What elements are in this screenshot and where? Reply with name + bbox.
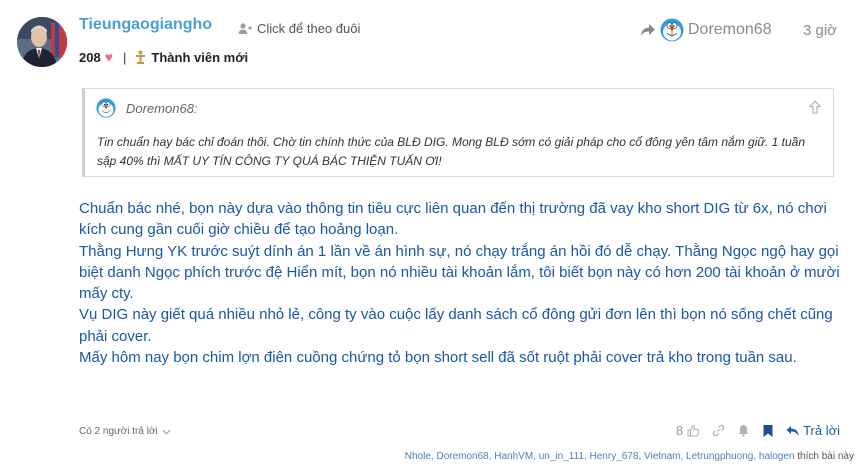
quote-author[interactable]: Doremon68: [126, 101, 198, 116]
chevron-down-icon [162, 429, 171, 435]
points-count: 208 [79, 49, 101, 65]
thumbs-up-icon[interactable] [687, 424, 700, 437]
user-plus-icon [238, 22, 252, 34]
liked-by-users[interactable]: Nhole, Doremon68, HanhVM, un_in_111, Hen… [405, 451, 795, 462]
doraemon-avatar-icon [660, 18, 684, 42]
arrow-up-icon[interactable] [809, 100, 821, 114]
rank-badge: Thành viên mới [135, 50, 248, 65]
replies-toggle[interactable]: Có 2 người trả lời [79, 426, 171, 437]
quote-header: Doremon68: [96, 98, 198, 118]
follow-label: Click để theo đuôi [257, 21, 361, 36]
post-actions: 8 Trả lời [676, 423, 840, 438]
post-content: Chuẩn bác nhé, bọn này dựa vào thông tin… [79, 198, 854, 368]
doraemon-avatar-icon [96, 98, 116, 118]
liked-by-line: Nhole, Doremon68, HanhVM, un_in_111, Hen… [405, 451, 854, 462]
follow-button[interactable]: Click để theo đuôi [238, 21, 360, 36]
reply-to-link[interactable]: Doremon68 [640, 18, 772, 42]
bell-icon[interactable] [737, 424, 750, 437]
post-time: 3 giờ [803, 22, 838, 39]
username[interactable]: Tieungaogiangho [79, 16, 212, 34]
post-paragraph: Vụ DIG này giết quá nhiều nhỏ lẻ, công t… [79, 306, 833, 345]
forum-post: Tieungaogiangho Click để theo đuôi Dorem… [0, 0, 866, 474]
link-icon[interactable] [712, 424, 725, 437]
reply-button[interactable]: Trả lời [786, 423, 840, 438]
post-paragraph: Chuẩn bác nhé, bọn này dựa vào thông tin… [79, 200, 827, 239]
quote-text: Tin chuẩn hay bác chỉ đoán thôi. Chờ tin… [97, 135, 805, 168]
avatar[interactable] [17, 17, 67, 67]
share-arrow-icon [641, 24, 655, 36]
avatar-image [17, 17, 67, 67]
replies-label: Có 2 người trả lời [79, 426, 158, 437]
heart-icon: ♥ [104, 49, 114, 65]
reply-label: Trả lời [803, 423, 840, 438]
rank-icon [136, 50, 146, 64]
rank-label: Thành viên mới [151, 49, 249, 65]
quote-block: Doremon68: Tin chuẩn hay bác chỉ đoán th… [82, 88, 834, 177]
reply-to-username: Doremon68 [688, 21, 772, 38]
stats-divider: | [123, 49, 127, 65]
post-paragraph: Mấy hôm nay bọn chim lợn điên cuồng chứn… [79, 349, 797, 367]
reply-arrow-icon [786, 425, 799, 436]
user-stats: 208 ♥ | Thành viên mới [79, 49, 248, 65]
like-count: 8 [675, 423, 684, 438]
bookmark-icon[interactable] [762, 424, 774, 438]
liked-by-suffix: thích bài này [797, 451, 854, 462]
post-paragraph: Thằng Hưng YK trước suýt dính án 1 lần v… [79, 242, 840, 303]
